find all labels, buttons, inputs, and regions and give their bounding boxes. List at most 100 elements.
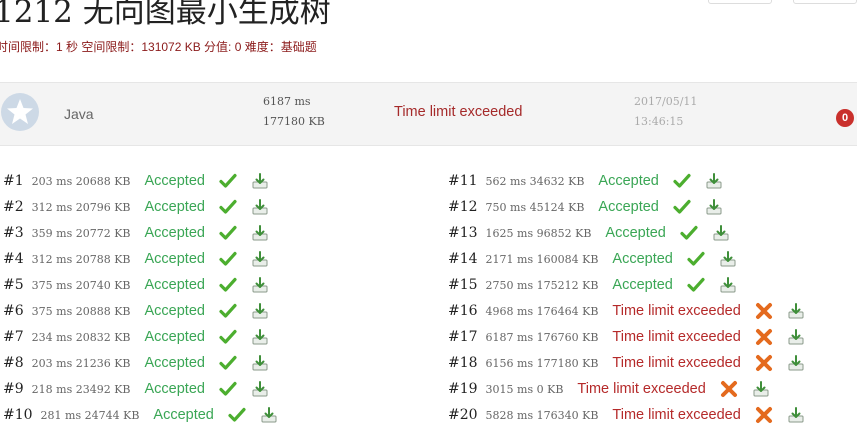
cross-icon bbox=[755, 328, 773, 346]
language-label: Java bbox=[64, 106, 94, 122]
case-number: #9 bbox=[3, 381, 24, 397]
test-case-row: #14 2171 ms 160084 KB Accepted bbox=[448, 249, 737, 269]
test-case-row: #16 4968 ms 176464 KB Time limit exceeded bbox=[448, 301, 805, 321]
case-status: Time limit exceeded bbox=[612, 303, 741, 319]
page-title: 1212 无向图最小生成树 bbox=[0, 0, 331, 30]
problem-limits: 时间限制：1 秒 空间限制：131072 KB 分值: 0 难度：基础题 bbox=[0, 40, 317, 54]
case-number: #20 bbox=[448, 407, 478, 423]
case-status: Accepted bbox=[605, 225, 666, 241]
check-icon bbox=[680, 224, 698, 242]
case-time-memory: 750 ms 45124 KB bbox=[485, 200, 585, 214]
summary-memory: 177180 KB bbox=[263, 115, 325, 128]
check-icon bbox=[219, 354, 237, 372]
case-status: Accepted bbox=[144, 381, 205, 397]
test-case-row: #6 375 ms 20888 KB Accepted bbox=[3, 301, 269, 321]
count-badge[interactable]: 0 bbox=[836, 109, 854, 127]
test-case-row: #13 1625 ms 96852 KB Accepted bbox=[448, 223, 730, 243]
case-time-memory: 1625 ms 96852 KB bbox=[485, 226, 592, 240]
case-number: #13 bbox=[448, 225, 478, 241]
cross-icon bbox=[720, 380, 738, 398]
download-icon[interactable] bbox=[251, 198, 269, 216]
cross-icon bbox=[755, 406, 773, 424]
case-time-memory: 2171 ms 160084 KB bbox=[485, 252, 599, 266]
case-number: #12 bbox=[448, 199, 478, 215]
download-icon[interactable] bbox=[251, 250, 269, 268]
case-number: #4 bbox=[3, 251, 24, 267]
case-status: Accepted bbox=[144, 173, 205, 189]
case-time-memory: 375 ms 20888 KB bbox=[31, 304, 131, 318]
case-status: Time limit exceeded bbox=[612, 355, 741, 371]
test-case-row: #3 359 ms 20772 KB Accepted bbox=[3, 223, 269, 243]
case-status: Accepted bbox=[144, 303, 205, 319]
download-icon[interactable] bbox=[787, 328, 805, 346]
case-number: #5 bbox=[3, 277, 24, 293]
case-status: Accepted bbox=[144, 251, 205, 267]
download-icon[interactable] bbox=[705, 198, 723, 216]
case-status: Accepted bbox=[612, 277, 673, 293]
download-icon[interactable] bbox=[251, 224, 269, 242]
check-icon bbox=[219, 302, 237, 320]
check-icon bbox=[687, 250, 705, 268]
case-number: #14 bbox=[448, 251, 478, 267]
case-number: #11 bbox=[448, 173, 478, 189]
download-icon[interactable] bbox=[787, 302, 805, 320]
case-time-memory: 203 ms 21236 KB bbox=[31, 356, 131, 370]
case-status: Time limit exceeded bbox=[612, 329, 741, 345]
download-icon[interactable] bbox=[752, 380, 770, 398]
summary-date: 2017/05/11 bbox=[634, 95, 698, 108]
case-status: Time limit exceeded bbox=[612, 407, 741, 423]
case-status: Accepted bbox=[598, 173, 659, 189]
case-number: #16 bbox=[448, 303, 478, 319]
test-case-row: #8 203 ms 21236 KB Accepted bbox=[3, 353, 269, 373]
download-icon[interactable] bbox=[251, 328, 269, 346]
case-time-memory: 312 ms 20788 KB bbox=[31, 252, 131, 266]
download-icon[interactable] bbox=[705, 172, 723, 190]
case-time-memory: 4968 ms 176464 KB bbox=[485, 304, 599, 318]
download-icon[interactable] bbox=[251, 380, 269, 398]
test-case-row: #2 312 ms 20796 KB Accepted bbox=[3, 197, 269, 217]
download-icon[interactable] bbox=[712, 224, 730, 242]
case-time-memory: 3015 ms 0 KB bbox=[485, 382, 564, 396]
case-number: #15 bbox=[448, 277, 478, 293]
case-number: #7 bbox=[3, 329, 24, 345]
case-time-memory: 203 ms 20688 KB bbox=[31, 174, 131, 188]
test-case-row: #1 203 ms 20688 KB Accepted bbox=[3, 171, 269, 191]
case-status: Accepted bbox=[598, 199, 659, 215]
case-number: #18 bbox=[448, 355, 478, 371]
download-icon[interactable] bbox=[251, 276, 269, 294]
case-status: Accepted bbox=[144, 225, 205, 241]
case-time-memory: 562 ms 34632 KB bbox=[485, 174, 585, 188]
case-time-memory: 6187 ms 176760 KB bbox=[485, 330, 599, 344]
download-icon[interactable] bbox=[251, 302, 269, 320]
test-case-row: #19 3015 ms 0 KB Time limit exceeded bbox=[448, 379, 770, 399]
check-icon bbox=[219, 224, 237, 242]
download-icon[interactable] bbox=[719, 276, 737, 294]
check-icon bbox=[687, 276, 705, 294]
check-icon bbox=[219, 198, 237, 216]
check-icon bbox=[219, 250, 237, 268]
download-icon[interactable] bbox=[251, 172, 269, 190]
check-icon bbox=[673, 172, 691, 190]
top-button-1[interactable] bbox=[708, 0, 772, 4]
test-case-row: #10 281 ms 24744 KB Accepted bbox=[3, 405, 278, 425]
summary-status: Time limit exceeded bbox=[394, 104, 523, 120]
top-button-2[interactable] bbox=[793, 0, 857, 4]
download-icon[interactable] bbox=[251, 354, 269, 372]
case-number: #1 bbox=[3, 173, 24, 189]
case-time-memory: 375 ms 20740 KB bbox=[31, 278, 131, 292]
download-icon[interactable] bbox=[787, 406, 805, 424]
case-time-memory: 218 ms 23492 KB bbox=[31, 382, 131, 396]
test-case-row: #15 2750 ms 175212 KB Accepted bbox=[448, 275, 737, 295]
case-number: #2 bbox=[3, 199, 24, 215]
download-icon[interactable] bbox=[719, 250, 737, 268]
test-case-row: #5 375 ms 20740 KB Accepted bbox=[3, 275, 269, 295]
case-status: Accepted bbox=[144, 199, 205, 215]
cross-icon bbox=[755, 302, 773, 320]
summary-clock: 13:46:15 bbox=[634, 115, 684, 128]
download-icon[interactable] bbox=[787, 354, 805, 372]
download-icon[interactable] bbox=[260, 406, 278, 424]
case-number: #17 bbox=[448, 329, 478, 345]
check-icon bbox=[219, 380, 237, 398]
case-status: Time limit exceeded bbox=[577, 381, 706, 397]
test-case-row: #12 750 ms 45124 KB Accepted bbox=[448, 197, 723, 217]
